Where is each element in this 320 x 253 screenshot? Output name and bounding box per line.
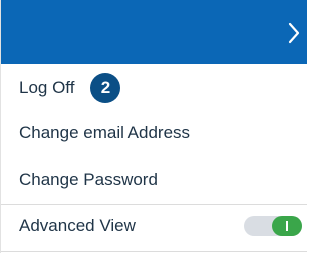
advanced-view-label: Advanced View [19, 216, 136, 235]
toggle-on-mark-icon [286, 221, 288, 231]
log-off-count-badge: 2 [90, 73, 121, 103]
log-off-label: Log Off [19, 78, 75, 97]
menu-header [1, 0, 307, 64]
log-off-menu-item[interactable]: Log Off 2 [1, 65, 307, 111]
account-menu: Log Off 2 Change email Address Change Pa… [0, 0, 307, 253]
advanced-view-toggle[interactable] [244, 216, 302, 236]
advanced-view-menu-item: Advanced View [1, 203, 307, 249]
change-email-address-label: Change email Address [19, 123, 191, 142]
menu-bottom-divider [1, 251, 307, 252]
change-email-address-menu-item[interactable]: Change email Address [1, 110, 307, 156]
chevron-right-icon[interactable] [287, 22, 301, 44]
toggle-on-thumb [272, 216, 302, 236]
change-password-menu-item[interactable]: Change Password [1, 157, 307, 203]
change-password-label: Change Password [19, 170, 158, 189]
